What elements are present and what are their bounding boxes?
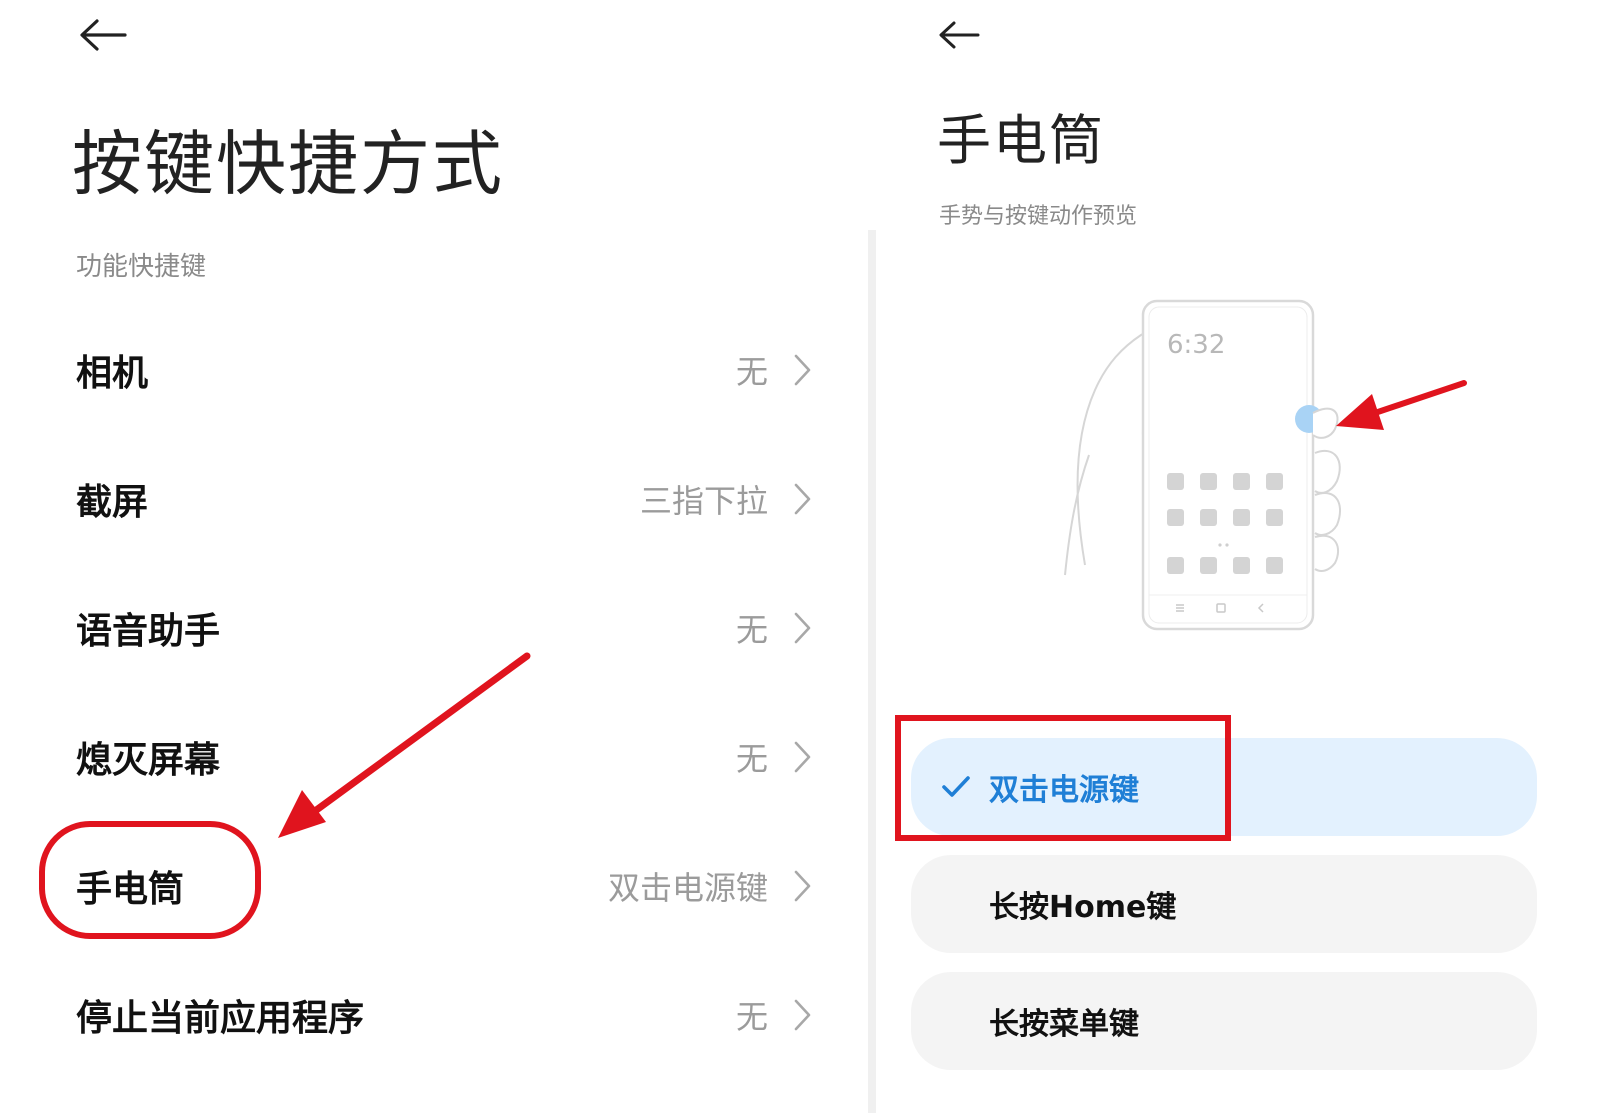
- menu-item-camera[interactable]: 相机 无: [0, 305, 860, 434]
- menu-item-stop-current-app[interactable]: 停止当前应用程序 无: [0, 950, 860, 1079]
- chevron-right-icon: [790, 352, 814, 388]
- trigger-option-list: 双击电源键 长按Home键 长按菜单键: [911, 738, 1537, 1089]
- option-double-press-power[interactable]: 双击电源键: [911, 738, 1537, 836]
- back-arrow-icon: [939, 21, 980, 49]
- menu-item-label: 语音助手: [76, 610, 221, 652]
- menu-item-voice-assistant[interactable]: 语音助手 无: [0, 563, 860, 692]
- menu-item-label: 手电筒: [76, 868, 185, 910]
- option-label: 长按Home键: [989, 890, 1177, 925]
- checkmark-icon: [941, 774, 971, 800]
- menu-item-label: 停止当前应用程序: [76, 997, 365, 1039]
- back-arrow-icon: [80, 19, 127, 51]
- menu-item-value: 无: [735, 352, 768, 391]
- shortcut-settings-panel: 按键快捷方式 功能快捷键 相机 无 截屏 三指下拉 语音助手 无 熄灭屏幕 无 …: [0, 0, 880, 1113]
- menu-item-value: 双击电源键: [607, 868, 768, 907]
- panel-divider: [868, 230, 876, 1113]
- page-title: 按键快捷方式: [72, 123, 504, 205]
- menu-item-screenshot[interactable]: 截屏 三指下拉: [0, 434, 860, 563]
- chevron-right-icon: [790, 739, 814, 775]
- gesture-preview-illustration: 6:32: [1045, 295, 1485, 665]
- menu-item-value: 无: [735, 610, 768, 649]
- page-title: 手电筒: [937, 109, 1105, 172]
- section-header: 手势与按键动作预览: [939, 204, 1138, 229]
- chevron-right-icon: [790, 997, 814, 1033]
- menu-item-label: 熄灭屏幕: [76, 739, 221, 781]
- option-label: 长按菜单键: [989, 1007, 1139, 1042]
- menu-item-label: 相机: [76, 352, 149, 394]
- option-long-press-home[interactable]: 长按Home键: [911, 855, 1537, 953]
- shortcut-list: 相机 无 截屏 三指下拉 语音助手 无 熄灭屏幕 无 手电筒 双击电源键 停止当…: [0, 305, 860, 1079]
- option-long-press-menu[interactable]: 长按菜单键: [911, 972, 1537, 1070]
- chevron-right-icon: [790, 610, 814, 646]
- preview-clock: 6:32: [1167, 330, 1225, 360]
- flashlight-settings-panel: 手电筒 手势与按键动作预览 6:32 双击电源键 长按Home键 长按菜单键: [895, 0, 1599, 1113]
- menu-item-value: 无: [735, 739, 768, 778]
- option-label: 双击电源键: [989, 773, 1139, 808]
- menu-item-value: 无: [735, 997, 768, 1036]
- menu-item-flashlight[interactable]: 手电筒 双击电源键: [0, 821, 860, 950]
- menu-item-screen-off[interactable]: 熄灭屏幕 无: [0, 692, 860, 821]
- back-button[interactable]: [72, 10, 132, 60]
- hand-illustration: [1064, 331, 1155, 576]
- menu-item-label: 截屏: [76, 481, 149, 523]
- back-button[interactable]: [929, 10, 989, 60]
- section-header: 功能快捷键: [76, 252, 207, 282]
- menu-item-value: 三指下拉: [639, 481, 768, 520]
- chevron-right-icon: [790, 481, 814, 517]
- chevron-right-icon: [790, 868, 814, 904]
